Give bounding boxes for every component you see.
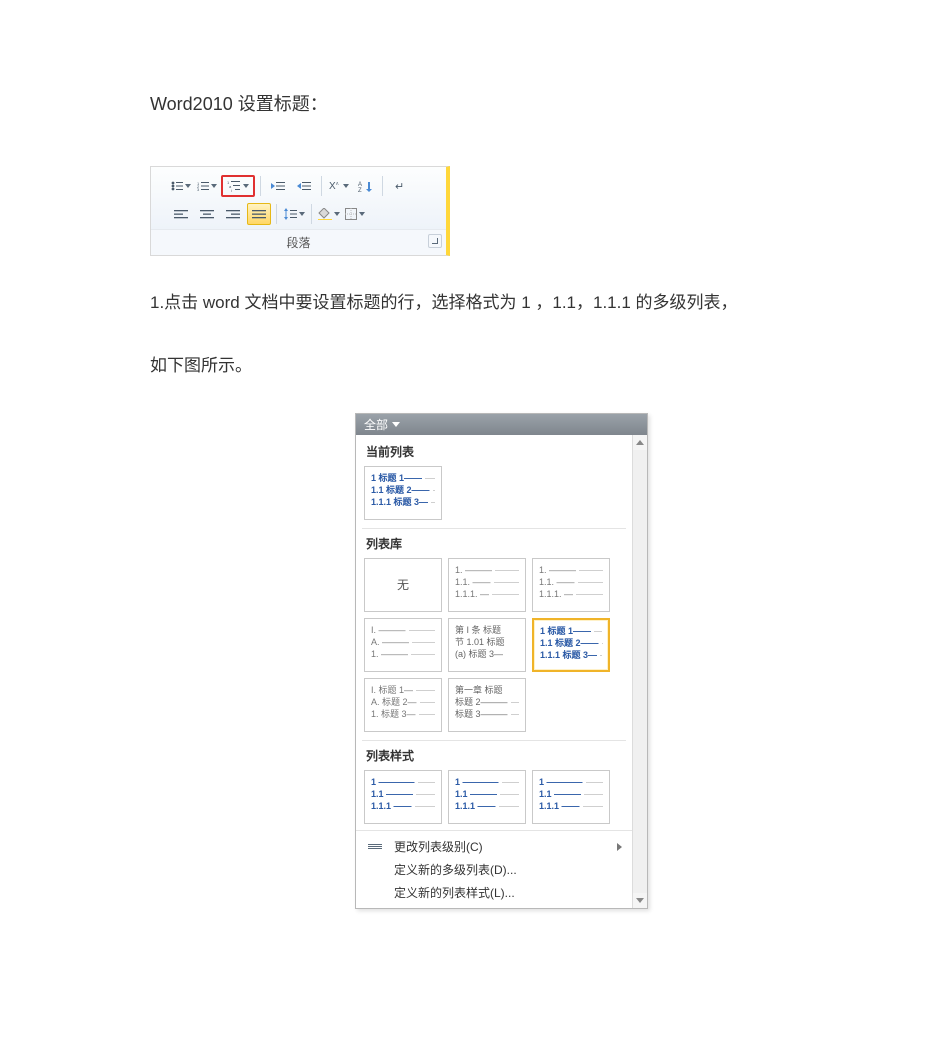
step-1b-text: 如下图所示。 xyxy=(150,351,945,382)
thumb-lib-4[interactable]: I. ——— A. ——— 1. ——— xyxy=(364,618,442,672)
align-right-icon[interactable] xyxy=(221,203,245,225)
bullets-icon[interactable] xyxy=(169,175,193,197)
shading-icon[interactable] xyxy=(317,203,341,225)
dialog-launcher-icon[interactable] xyxy=(428,234,442,248)
section-current-list: 当前列表 xyxy=(356,439,632,464)
align-justify-icon[interactable] xyxy=(247,203,271,225)
decrease-indent-icon[interactable] xyxy=(266,175,290,197)
thumb-current[interactable]: 1 标题 1—— 1.1 标题 2—— 1.1.1 标题 3— xyxy=(364,466,442,520)
ribbon-paragraph-group: 123 1ai Xʌ AZ xyxy=(150,166,450,256)
svg-text:↵: ↵ xyxy=(395,181,404,192)
document-title: Word2010 设置标题： xyxy=(150,90,945,116)
increase-indent-icon[interactable] xyxy=(292,175,316,197)
menu-define-new-list-style[interactable]: 定义新的列表样式(L)... xyxy=(356,881,632,904)
menu-change-list-level[interactable]: 更改列表级别(C) xyxy=(356,835,632,858)
svg-text:3: 3 xyxy=(197,187,200,191)
svg-text:ʌ: ʌ xyxy=(336,181,339,187)
section-list-styles: 列表样式 xyxy=(356,743,632,768)
thumb-lib-7[interactable]: I. 标题 1— A. 标题 2— 1. 标题 3— xyxy=(364,678,442,732)
align-left-icon[interactable] xyxy=(169,203,193,225)
multilevel-list-dropdown: 全部 当前列表 1 标题 1—— 1.1 标题 2—— 1.1.1 标题 3— … xyxy=(355,413,648,909)
dropdown-scrollbar[interactable] xyxy=(632,435,647,908)
sort-icon[interactable]: AZ xyxy=(353,175,377,197)
thumb-style-1[interactable]: 1 ———— 1.1 ——— 1.1.1 —— xyxy=(364,770,442,824)
ribbon-row-2 xyxy=(169,203,436,225)
thumb-lib-2[interactable]: 1. ——— 1.1. —— 1.1.1. — xyxy=(448,558,526,612)
asian-layout-icon[interactable]: Xʌ xyxy=(327,175,351,197)
thumb-none[interactable]: 无 xyxy=(364,558,442,612)
thumb-lib-8[interactable]: 第一章 标题 标题 2——— 标题 3——— xyxy=(448,678,526,732)
dropdown-header[interactable]: 全部 xyxy=(356,414,647,435)
ribbon-row-1: 123 1ai Xʌ AZ xyxy=(169,175,436,197)
multilevel-list-icon[interactable]: 1ai xyxy=(221,175,255,197)
numbering-icon[interactable]: 123 xyxy=(195,175,219,197)
scroll-up-icon[interactable] xyxy=(633,435,647,450)
line-spacing-icon[interactable] xyxy=(282,203,306,225)
thumb-lib-3[interactable]: 1. ——— 1.1. —— 1.1.1. — xyxy=(532,558,610,612)
svg-text:i: i xyxy=(231,188,232,192)
step-1-text: 1.点击 word 文档中要设置标题的行，选择格式为 1 ，1.1，1.1.1 … xyxy=(150,288,945,319)
svg-text:X: X xyxy=(329,181,336,192)
align-center-icon[interactable] xyxy=(195,203,219,225)
show-hide-icon[interactable]: ↵ xyxy=(388,175,412,197)
thumb-lib-6-selected[interactable]: 1 标题 1—— 1.1 标题 2—— 1.1.1 标题 3— xyxy=(532,618,610,672)
svg-text:Z: Z xyxy=(358,188,362,192)
borders-icon[interactable] xyxy=(343,203,367,225)
thumb-style-3[interactable]: 1 ———— 1.1 ——— 1.1.1 —— xyxy=(532,770,610,824)
section-list-library: 列表库 xyxy=(356,531,632,556)
thumb-style-2[interactable]: 1 ———— 1.1 ——— 1.1.1 —— xyxy=(448,770,526,824)
submenu-arrow-icon xyxy=(617,843,622,851)
menu-define-new-multilevel[interactable]: 定义新的多级列表(D)... xyxy=(356,858,632,881)
ribbon-group-label: 段落 xyxy=(151,229,446,255)
scroll-down-icon[interactable] xyxy=(633,893,647,908)
thumb-lib-5[interactable]: 第 I 条 标题 节 1.01 标题 (a) 标题 3— xyxy=(448,618,526,672)
